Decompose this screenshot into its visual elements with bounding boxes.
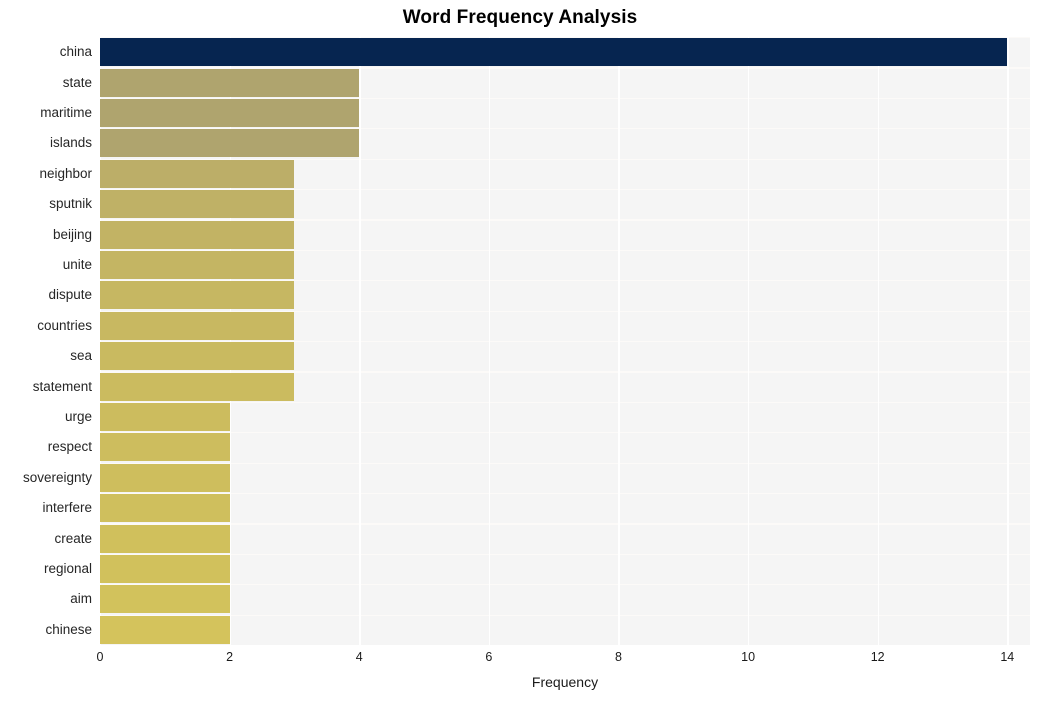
y-axis-tick-label: chinese bbox=[45, 621, 92, 637]
gridline-horizontal bbox=[100, 432, 1030, 434]
gridline-horizontal bbox=[100, 462, 1030, 464]
plot-area bbox=[100, 37, 1030, 645]
x-axis-tick-label: 12 bbox=[870, 650, 885, 664]
y-axis-tick-labels: china state maritime islands neighbor sputnik… bbox=[0, 37, 92, 645]
gridline-horizontal bbox=[100, 614, 1030, 616]
bar bbox=[100, 159, 295, 188]
bar bbox=[100, 38, 1008, 67]
page-title: Word Frequency Analysis bbox=[402, 7, 638, 28]
x-axis-label: Frequency bbox=[531, 674, 599, 690]
gridline-vertical bbox=[1007, 37, 1009, 645]
y-axis-tick-label: neighbor bbox=[39, 165, 92, 181]
bar bbox=[100, 281, 295, 310]
bar bbox=[100, 585, 230, 614]
y-axis-tick-label: unite bbox=[62, 257, 92, 272]
gridline-horizontal bbox=[100, 401, 1030, 403]
y-axis-tick-label: regional bbox=[43, 561, 92, 576]
bar bbox=[100, 615, 230, 644]
y-axis-tick-label: urge bbox=[64, 409, 92, 424]
chart-figure: Word Frequency Analysis china state mariti… bbox=[0, 0, 1040, 701]
gridline-horizontal bbox=[100, 553, 1030, 555]
x-axis-tick-label: 0 bbox=[96, 650, 104, 664]
y-axis-tick-label: dispute bbox=[48, 287, 92, 303]
bar bbox=[100, 494, 230, 523]
gridline-vertical bbox=[877, 37, 880, 645]
bar bbox=[100, 68, 360, 97]
bar bbox=[100, 433, 230, 462]
gridline-vertical bbox=[100, 37, 102, 645]
bar bbox=[100, 342, 295, 371]
bar bbox=[100, 129, 360, 158]
y-axis-tick-label: maritime bbox=[40, 105, 92, 120]
bar bbox=[100, 99, 360, 127]
y-axis-tick-label: state bbox=[62, 74, 92, 90]
bar bbox=[100, 190, 295, 219]
bar bbox=[100, 251, 295, 279]
y-axis-tick-label: islands bbox=[49, 135, 92, 151]
y-axis-tick-label: sea bbox=[70, 348, 92, 364]
x-axis-tick-label: 10 bbox=[741, 650, 756, 664]
bar bbox=[100, 372, 295, 401]
x-axis-tick-label: 14 bbox=[1000, 650, 1015, 664]
gridline-horizontal bbox=[100, 584, 1030, 586]
gridline-vertical bbox=[488, 37, 491, 645]
y-axis-tick-label: beijing bbox=[52, 226, 92, 242]
gridline-vertical bbox=[229, 37, 231, 645]
y-axis-tick-label: interfere bbox=[42, 500, 92, 516]
bar bbox=[100, 524, 230, 553]
x-axis-tick-label: 8 bbox=[614, 650, 622, 664]
gridline-horizontal bbox=[100, 493, 1030, 495]
gridline-horizontal bbox=[100, 523, 1030, 525]
y-axis-tick-label: respect bbox=[47, 439, 92, 455]
bar bbox=[100, 463, 230, 492]
bar bbox=[100, 220, 295, 249]
gridline-vertical bbox=[618, 37, 620, 645]
bar bbox=[100, 311, 295, 340]
y-axis-tick-label: china bbox=[59, 44, 92, 60]
bar bbox=[100, 555, 230, 583]
y-axis-tick-label: sovereignty bbox=[22, 469, 92, 485]
y-axis-tick-label: statement bbox=[32, 378, 92, 394]
gridline-vertical bbox=[748, 37, 750, 645]
y-axis-tick-label: create bbox=[54, 530, 92, 546]
x-axis-tick-label: 2 bbox=[226, 650, 234, 664]
gridline-vertical bbox=[359, 37, 361, 645]
y-axis-tick-label: sputnik bbox=[49, 196, 92, 212]
x-axis-tick-label: 4 bbox=[355, 650, 363, 664]
x-axis-tick-label: 6 bbox=[485, 650, 493, 664]
y-axis-tick-label: aim bbox=[70, 591, 92, 607]
bar bbox=[100, 403, 230, 431]
y-axis-tick-label: countries bbox=[37, 317, 92, 333]
x-axis-tick-labels: 0 2 4 6 8 10 12 14 bbox=[96, 650, 1030, 670]
